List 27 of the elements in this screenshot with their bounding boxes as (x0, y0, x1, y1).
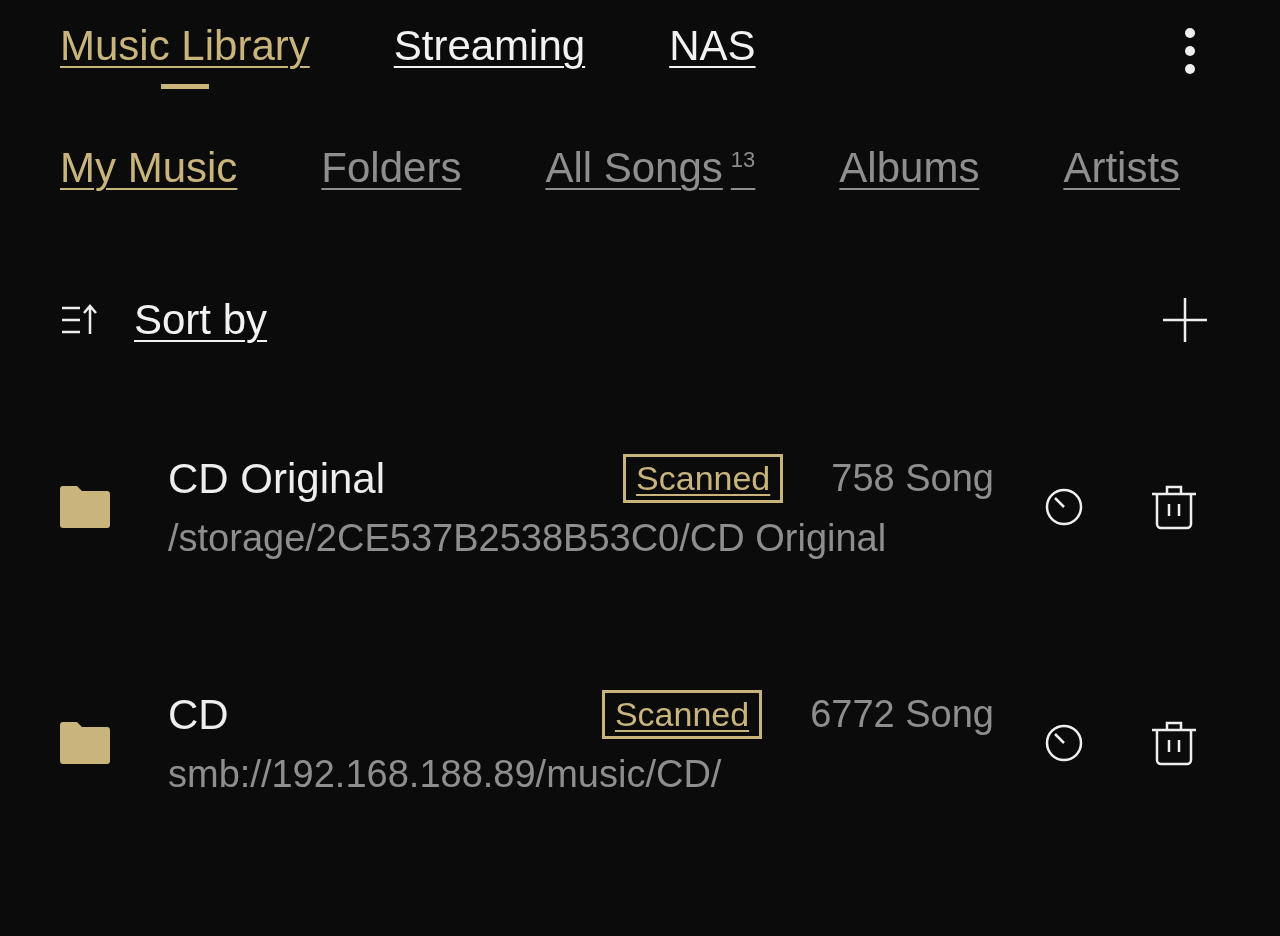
status-badge: Scanned (601, 690, 763, 739)
status-badge: Scanned (623, 454, 784, 503)
add-icon[interactable] (1162, 297, 1208, 343)
folder-path: smb://192.168.188.89/music/CD/ (168, 753, 723, 796)
rescan-icon[interactable] (1044, 723, 1084, 763)
folder-name: CD (168, 690, 230, 739)
delete-icon[interactable] (1150, 484, 1198, 530)
sort-icon[interactable] (60, 303, 98, 337)
tab-indicator (160, 84, 209, 89)
song-count: 758 Song (831, 457, 994, 500)
sub-tab[interactable]: My Music (60, 144, 238, 192)
folder-path: /storage/2CE537B2538B53C0/CD Original (168, 517, 888, 560)
folder-name: CD Original (168, 454, 387, 503)
sub-tab[interactable]: Folders (321, 144, 462, 192)
top-tab[interactable]: Streaming (393, 22, 586, 89)
delete-icon[interactable] (1150, 720, 1198, 766)
sub-tab[interactable]: Albums (839, 144, 980, 192)
song-count: 6772 Song (810, 693, 994, 736)
sub-tab[interactable]: Artists (1063, 144, 1181, 192)
folder-icon (60, 722, 110, 764)
top-tab[interactable]: NAS (669, 22, 756, 89)
rescan-icon[interactable] (1044, 487, 1084, 527)
more-icon[interactable] (1184, 28, 1196, 74)
sub-tab[interactable]: All Songs $^{13}$ (545, 144, 756, 192)
sort-button[interactable]: Sort by (134, 296, 268, 344)
top-tab[interactable]: Music Library (60, 22, 310, 89)
folder-icon (60, 486, 110, 528)
